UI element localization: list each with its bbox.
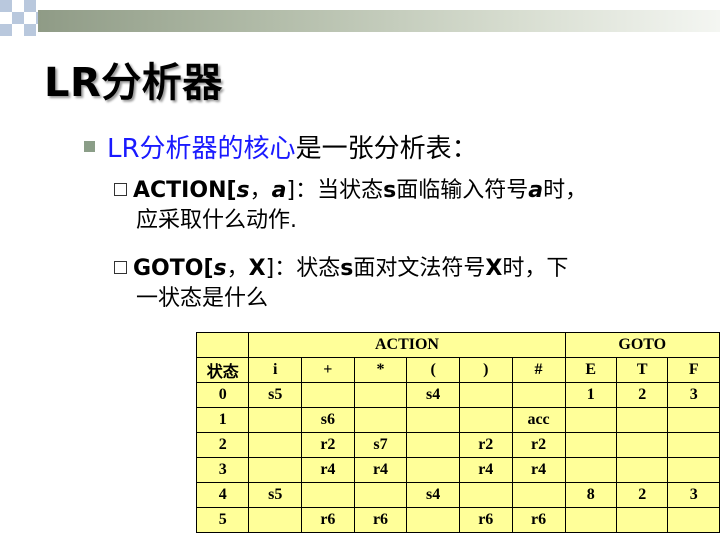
table-cell xyxy=(564,457,618,483)
main-bullet: LR分析器的核心是一张分析表： xyxy=(84,128,478,165)
table-cell xyxy=(667,432,720,458)
table-cell: r6 xyxy=(301,507,355,533)
table-cell: 2 xyxy=(195,432,250,458)
table-cell xyxy=(406,457,460,483)
decorative-top-bar xyxy=(38,10,720,32)
bullet-rest: 是一张分析表： xyxy=(295,134,478,164)
table-cell: s5 xyxy=(248,382,303,408)
sub-bullet-action: ACTION[s，a]：当状态s面临输入符号a时， 应采取什么动作. xyxy=(114,176,684,236)
table-cell: r6 xyxy=(353,507,408,533)
table-cell: acc xyxy=(511,407,566,433)
table-corner xyxy=(195,332,250,358)
table-cell: s5 xyxy=(248,482,303,508)
table-row: 1 s6 acc xyxy=(195,407,720,433)
sub-bullet-goto: GOTO[s，X]：状态s面对文法符号X时，下 一状态是什么 xyxy=(114,254,684,314)
column-header: # xyxy=(511,357,566,383)
table-cell xyxy=(458,382,513,408)
column-header: ) xyxy=(458,357,513,383)
table-cell xyxy=(458,482,513,508)
table-cell xyxy=(248,507,303,533)
table-cell: r6 xyxy=(458,507,513,533)
table-cell xyxy=(248,407,303,433)
table-cell: 0 xyxy=(195,382,250,408)
table-cell xyxy=(353,407,408,433)
table-cell xyxy=(667,457,720,483)
table-cell: r4 xyxy=(353,457,408,483)
table-cell xyxy=(615,407,669,433)
table-cell: s4 xyxy=(406,382,460,408)
action-header: ACTION xyxy=(248,332,566,358)
table-cell xyxy=(667,407,720,433)
table-cell xyxy=(564,507,618,533)
table-cell: r2 xyxy=(301,432,355,458)
table-cell: s7 xyxy=(353,432,408,458)
table-cell xyxy=(406,407,460,433)
table-cell xyxy=(511,482,566,508)
sub-bullet-goto-line2: 一状态是什么 xyxy=(136,286,269,311)
column-header: ( xyxy=(406,357,460,383)
table-cell xyxy=(406,507,460,533)
table-cell xyxy=(564,407,618,433)
sub-bullet-action-line2: 应采取什么动作. xyxy=(136,208,297,233)
table-cell xyxy=(301,382,355,408)
table-cell xyxy=(353,382,408,408)
table-cell xyxy=(406,432,460,458)
column-header: + xyxy=(301,357,355,383)
table-row: 3 r4 r4 r4 r4 xyxy=(195,457,720,483)
state-header: 状态 xyxy=(195,357,250,383)
column-header: * xyxy=(353,357,408,383)
table-cell xyxy=(564,432,618,458)
table-row: 2 r2 s7 r2 r2 xyxy=(195,432,720,458)
table-group-header-row: ACTION GOTO xyxy=(195,332,720,358)
table-cell xyxy=(615,457,669,483)
table-cell: r6 xyxy=(511,507,566,533)
table-cell: 5 xyxy=(195,507,250,533)
column-header: E xyxy=(564,357,618,383)
table-cell: r2 xyxy=(511,432,566,458)
table-cell: s4 xyxy=(406,482,460,508)
table-row: 5 r6 r6 r6 r6 xyxy=(195,507,720,533)
table-cell: 4 xyxy=(195,482,250,508)
table-cell: r4 xyxy=(458,457,513,483)
table-cell xyxy=(667,507,720,533)
table-cell xyxy=(615,432,669,458)
table-cell xyxy=(511,382,566,408)
slide-title: LR分析器 xyxy=(44,60,223,106)
table-cell: 3 xyxy=(195,457,250,483)
table-row: 4 s5 s4 8 2 3 xyxy=(195,482,720,508)
column-header: F xyxy=(667,357,720,383)
square-bullet-icon xyxy=(84,141,95,152)
table-cell: 1 xyxy=(195,407,250,433)
table-cell xyxy=(248,432,303,458)
table-cell xyxy=(458,407,513,433)
table-cell: 2 xyxy=(615,482,669,508)
table-cell xyxy=(248,457,303,483)
table-cell: 2 xyxy=(615,382,669,408)
column-header: i xyxy=(248,357,303,383)
table-cell: r2 xyxy=(458,432,513,458)
table-cell xyxy=(301,482,355,508)
goto-header: GOTO xyxy=(564,332,720,358)
column-header: T xyxy=(615,357,669,383)
table-cell: r4 xyxy=(301,457,355,483)
table-cell: 8 xyxy=(564,482,618,508)
table-cell: s6 xyxy=(301,407,355,433)
box-bullet-icon xyxy=(114,260,127,274)
table-cell: 3 xyxy=(667,482,720,508)
table-cell xyxy=(615,507,669,533)
table-cell: 1 xyxy=(564,382,618,408)
table-cell: r4 xyxy=(511,457,566,483)
table-row: 0 s5 s4 1 2 3 xyxy=(195,382,720,408)
table-cell: 3 xyxy=(667,382,720,408)
table-cell xyxy=(353,482,408,508)
box-bullet-icon xyxy=(114,182,127,196)
lr-parsing-table: ACTION GOTO 状态 i + * ( ) # E T F 0 s5 s4 1 2… xyxy=(195,332,720,533)
table-column-header-row: 状态 i + * ( ) # E T F xyxy=(195,357,720,383)
bullet-highlight: LR分析器的核心 xyxy=(107,134,296,164)
